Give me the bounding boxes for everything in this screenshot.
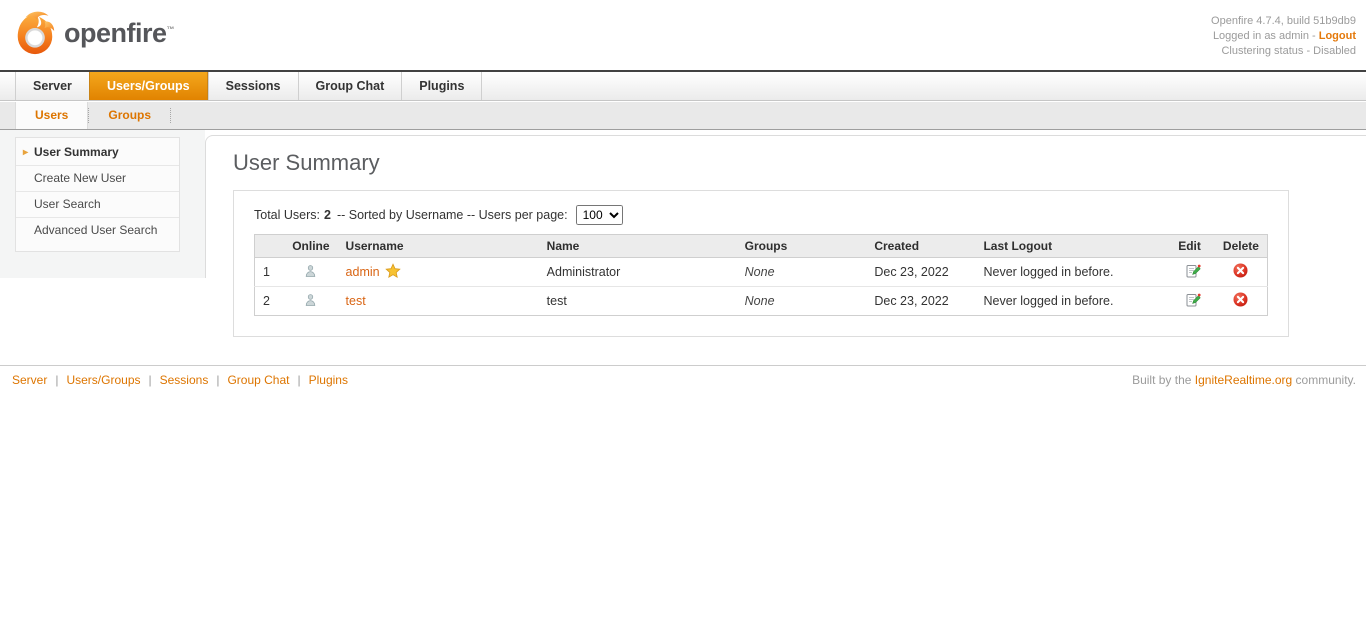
footer-link-server[interactable]: Server [12, 373, 47, 387]
page-title: User Summary [233, 150, 380, 175]
sidebar-item-label: User Summary [34, 145, 119, 159]
tab-users-groups[interactable]: Users/Groups [88, 72, 208, 100]
edit-note-icon[interactable] [1185, 292, 1201, 308]
trademark: ™ [166, 24, 175, 34]
summary-sort-text: -- Sorted by Username -- Users per page: [336, 208, 568, 222]
table-row-test: 2 test test None Dec 23, 2022 Never logg… [255, 287, 1268, 316]
user-silhouette-icon [303, 264, 318, 282]
header-last-logout: Last Logout [975, 234, 1171, 258]
tab-server[interactable]: Server [15, 72, 89, 100]
row-index: 2 [263, 294, 270, 308]
users-table: Online Username Name Groups Created Last… [254, 234, 1268, 316]
tab-plugins[interactable]: Plugins [401, 72, 483, 100]
users-per-page-select[interactable]: 100 [575, 205, 623, 225]
created-cell: Dec 23, 2022 [874, 294, 949, 308]
last-logout-cell: Never logged in before. [975, 257, 1171, 287]
header-groups: Groups [736, 234, 867, 258]
created-cell: Dec 23, 2022 [866, 257, 976, 287]
footer-separator: | [216, 373, 220, 387]
total-users-value: 2 [324, 208, 331, 222]
logout-link[interactable]: Logout [1319, 30, 1356, 42]
footer-link-group-chat[interactable]: Group Chat [227, 373, 289, 387]
table-row-admin: 1 admin Administrator None Dec 23, 2022 … [254, 257, 1268, 287]
online-status-cell [284, 287, 337, 316]
logo-wordmark: openfire™ [64, 17, 175, 48]
delete-circle-icon[interactable] [1233, 263, 1248, 278]
openfire-flame-icon [12, 8, 58, 58]
header-index [254, 234, 285, 258]
user-summary-box: Total Users: 2 -- Sorted by Username -- … [233, 190, 1289, 337]
total-users-label: Total Users: [254, 208, 320, 222]
openfire-admin-console: openfire™ Openfire 4.7.4, build 51b9db9 … [0, 0, 1366, 635]
header: openfire™ Openfire 4.7.4, build 51b9db9 … [0, 0, 1366, 70]
sidebar-item-label: Create New User [34, 171, 127, 185]
footer-separator: | [297, 373, 301, 387]
footer-separator: | [148, 373, 152, 387]
header-online: Online [284, 234, 338, 258]
summary-line: Total Users: 2 -- Sorted by Username -- … [254, 205, 1268, 225]
subtab-groups[interactable]: Groups [89, 102, 170, 129]
username-link[interactable]: admin [346, 265, 380, 279]
header-username: Username [337, 234, 539, 258]
sub-nav: Users Groups [0, 102, 1366, 130]
footer-link-plugins[interactable]: Plugins [309, 373, 348, 387]
sidebar-item-user-search[interactable]: User Search [16, 192, 179, 218]
header-name: Name [538, 234, 737, 258]
edit-note-icon[interactable] [1185, 263, 1201, 279]
username-link[interactable]: test [346, 294, 366, 308]
current-item-arrow-icon: ▸ [23, 147, 29, 158]
footer: Server | Users/Groups | Sessions | Group… [0, 365, 1366, 387]
header-edit: Edit [1170, 234, 1215, 258]
username-cell: admin [337, 257, 539, 287]
sidebar-item-create-new-user[interactable]: Create New User [16, 166, 179, 192]
groups-cell: None [736, 257, 867, 287]
tab-sessions[interactable]: Sessions [207, 72, 298, 100]
header-delete: Delete [1214, 234, 1268, 258]
groups-cell: None [744, 294, 775, 308]
sidebar-item-label: Advanced User Search [34, 223, 158, 237]
gold-star-icon [384, 262, 401, 282]
user-silhouette-icon [303, 293, 318, 311]
main-nav: Server Users/Groups Sessions Group Chat … [0, 72, 1366, 101]
row-index: 1 [254, 257, 285, 287]
table-header-row: Online Username Name Groups Created Last… [254, 234, 1268, 258]
footer-links: Server | Users/Groups | Sessions | Group… [12, 373, 348, 387]
sidebar-item-user-summary[interactable]: ▸ User Summary [16, 140, 179, 166]
header-created: Created [866, 234, 976, 258]
name-cell: test [546, 294, 567, 308]
name-cell: Administrator [538, 257, 737, 287]
sidebar-menu: ▸ User Summary Create New User User Sear… [15, 137, 180, 252]
footer-credit: Built by the IgniteRealtime.org communit… [1132, 373, 1356, 387]
username-cell: test [338, 287, 539, 316]
sidebar-item-label: User Search [34, 197, 101, 211]
brand: openfire™ [12, 8, 174, 58]
version-text: Openfire 4.7.4, build 51b9db9 [1211, 15, 1356, 27]
header-info: Openfire 4.7.4, build 51b9db9 Logged in … [1211, 14, 1356, 59]
subtab-users[interactable]: Users [15, 102, 89, 129]
online-status-cell [284, 257, 338, 287]
delete-circle-icon[interactable] [1233, 292, 1248, 307]
tab-group-chat[interactable]: Group Chat [297, 72, 402, 100]
last-logout-cell: Never logged in before. [983, 294, 1114, 308]
subnav-separator [170, 108, 172, 123]
footer-link-users-groups[interactable]: Users/Groups [66, 373, 140, 387]
login-status: Logged in as admin - Logout [1212, 30, 1356, 42]
ignite-realtime-link[interactable]: IgniteRealtime.org [1195, 373, 1292, 387]
footer-separator: | [55, 373, 59, 387]
sidebar-item-advanced-user-search[interactable]: Advanced User Search [16, 218, 179, 243]
footer-link-sessions[interactable]: Sessions [160, 373, 209, 387]
clustering-status: Clustering status - Disabled [1221, 45, 1356, 57]
